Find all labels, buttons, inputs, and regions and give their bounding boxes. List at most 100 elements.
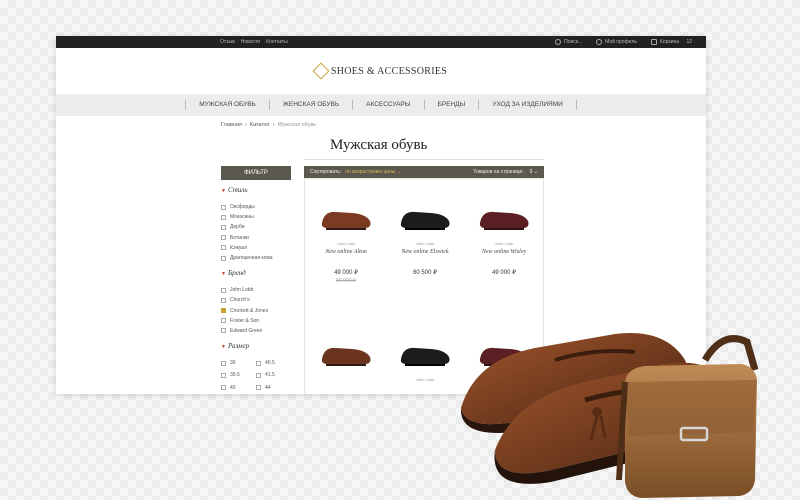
- product-card[interactable]: John Lobb New online Wisley 49 000 ₽: [465, 203, 543, 276]
- filter-brand-label: Бренд: [227, 269, 246, 278]
- breadcrumb-sep: ›: [272, 122, 275, 128]
- logo-text: SHOES & ACCESSORIES: [330, 65, 448, 77]
- checkbox[interactable]: [221, 360, 226, 366]
- checkbox[interactable]: [256, 372, 261, 378]
- filter-option[interactable]: Church's: [221, 295, 291, 305]
- filter-brand-title[interactable]: ▼ Бренд: [221, 269, 291, 277]
- per-page-dropdown[interactable]: 9 ⌄: [530, 169, 538, 175]
- product-brand: John Lobb: [415, 377, 435, 382]
- filter-option[interactable]: Дерби: [221, 222, 291, 232]
- filter-option[interactable]: 40.5: [256, 358, 291, 368]
- product-card[interactable]: John Lobb New online Alton 49 000 ₽ 80 0…: [307, 203, 385, 284]
- filter-option[interactable]: 44: [256, 382, 291, 392]
- checkbox[interactable]: [221, 255, 226, 261]
- checkbox[interactable]: [221, 328, 226, 334]
- option-label: 39.5: [230, 372, 240, 379]
- top-link-contacts[interactable]: Контакты: [266, 39, 288, 45]
- sort-dropdown[interactable]: по возрастанию цены ⌄: [345, 169, 401, 175]
- filter-option[interactable]: Ботинки: [221, 233, 291, 243]
- checkbox[interactable]: [221, 318, 226, 324]
- chevron-down-icon: ⌄: [533, 169, 538, 175]
- nav-mens-shoes[interactable]: МУЖСКАЯ ОБУВЬ: [185, 100, 269, 110]
- cart-link[interactable]: Корзина 12: [651, 39, 692, 45]
- cart-label: Корзина: [660, 39, 680, 45]
- filter-option[interactable]: Драгоценная кожа: [221, 253, 291, 263]
- product-card[interactable]: John Lobb: [386, 339, 464, 382]
- option-label: 44: [265, 384, 271, 391]
- loafer-shoe-image: [321, 211, 371, 230]
- nav-care[interactable]: УХОД ЗА ИЗДЕЛИЯМИ: [478, 100, 577, 110]
- filter-option[interactable]: Оксфорды: [221, 202, 291, 212]
- filter-option[interactable]: 39.5: [221, 370, 256, 380]
- filter-style: ▼ Стиль Оксфорды Мокасины Дерби Ботинки К…: [221, 186, 291, 263]
- filter-option[interactable]: John Lobb: [221, 285, 291, 295]
- filter-size-title[interactable]: ▼ Размер: [221, 342, 291, 350]
- option-label: 40: [230, 384, 236, 391]
- filter-option[interactable]: 40: [221, 382, 256, 392]
- checkbox-checked[interactable]: [221, 308, 226, 314]
- option-label: 39: [230, 360, 236, 367]
- filter-style-title[interactable]: ▼ Стиль: [221, 186, 291, 194]
- sort-value: по возрастанию цены: [345, 169, 396, 175]
- product-price: 49 000 ₽: [492, 270, 516, 276]
- checkbox[interactable]: [221, 297, 226, 303]
- product-name[interactable]: New online Wisley: [465, 249, 543, 255]
- logo-diamond-icon: [312, 62, 330, 80]
- bag-icon: [651, 39, 657, 45]
- nav-womens-shoes[interactable]: ЖЕНСКАЯ ОБУВЬ: [268, 100, 352, 110]
- filter-option[interactable]: 39: [221, 358, 256, 368]
- filter-option[interactable]: Crockett & Jones: [221, 306, 291, 316]
- product-brand: John Lobb: [336, 241, 356, 246]
- top-link-news[interactable]: Новости: [241, 39, 260, 45]
- header: SHOES & ACCESSORIES: [56, 48, 706, 94]
- filter-size: ▼ Размер 39 40.5 39.5 41.5 40 44: [221, 342, 291, 393]
- checkbox[interactable]: [221, 245, 226, 251]
- top-links: Отзыв Новости Контакты: [220, 39, 288, 45]
- product-name[interactable]: New online Elswick: [386, 249, 464, 255]
- filter-option[interactable]: 41.5: [256, 370, 291, 380]
- filter-option[interactable]: Мокасины: [221, 212, 291, 222]
- nav-accessories[interactable]: АКСЕССУАРЫ: [352, 100, 423, 110]
- filter-brand: ▼ Бренд John Lobb Church's Crockett & Jon…: [221, 269, 291, 336]
- search-label: Поиск...: [564, 39, 583, 45]
- oxford-shoe-image: [400, 211, 450, 230]
- user-icon: [596, 39, 603, 45]
- breadcrumb-home[interactable]: Главная: [221, 122, 242, 128]
- checkbox[interactable]: [221, 372, 226, 378]
- checkbox[interactable]: [221, 385, 226, 391]
- product-card[interactable]: [307, 339, 385, 369]
- profile-link[interactable]: Мой профиль: [596, 39, 637, 45]
- chevron-down-icon: ⌄: [396, 169, 402, 175]
- triangle-down-icon: ▼: [221, 189, 226, 194]
- checkbox[interactable]: [221, 224, 226, 230]
- option-label: 40.5: [265, 360, 275, 367]
- site-logo[interactable]: SHOES & ACCESSORIES: [312, 62, 448, 80]
- nav-brands[interactable]: БРЕНДЫ: [423, 100, 479, 110]
- per-page-label: Товаров на странице:: [473, 169, 524, 175]
- checkbox[interactable]: [221, 287, 226, 293]
- product-old-price: 80 000 ₽: [336, 278, 356, 284]
- search-link[interactable]: Поиск...: [555, 39, 582, 45]
- checkbox[interactable]: [256, 385, 261, 391]
- top-link-reviews[interactable]: Отзыв: [220, 39, 235, 45]
- filter-button[interactable]: ФИЛЬТР: [221, 166, 291, 180]
- per-page-value: 9: [529, 169, 533, 175]
- product-name[interactable]: New online Alton: [307, 249, 385, 255]
- product-card[interactable]: John Lobb New online Elswick 60 500 ₽: [386, 203, 464, 276]
- checkbox[interactable]: [221, 204, 226, 210]
- product-price: 49 000 ₽: [334, 270, 358, 276]
- filter-option[interactable]: Кэжуал: [221, 243, 291, 253]
- filter-size-label: Размер: [227, 342, 250, 351]
- filter-option[interactable]: Foster & Son: [221, 316, 291, 326]
- per-page: Товаров на странице: 9 ⌄: [473, 169, 538, 175]
- checkbox[interactable]: [221, 235, 226, 241]
- breadcrumb-catalog[interactable]: Каталог: [250, 122, 270, 128]
- main-nav: МУЖСКАЯ ОБУВЬ ЖЕНСКАЯ ОБУВЬ АКСЕССУАРЫ Б…: [56, 94, 706, 116]
- filter-option[interactable]: Edward Green: [221, 326, 291, 336]
- checkbox[interactable]: [221, 214, 226, 220]
- option-label: Драгоценная кожа: [230, 255, 273, 262]
- breadcrumb: Главная › Каталог › Мужская обувь: [221, 122, 316, 128]
- checkbox[interactable]: [256, 360, 261, 366]
- triangle-down-icon: ▼: [221, 272, 226, 278]
- option-label: Мокасины: [230, 214, 254, 221]
